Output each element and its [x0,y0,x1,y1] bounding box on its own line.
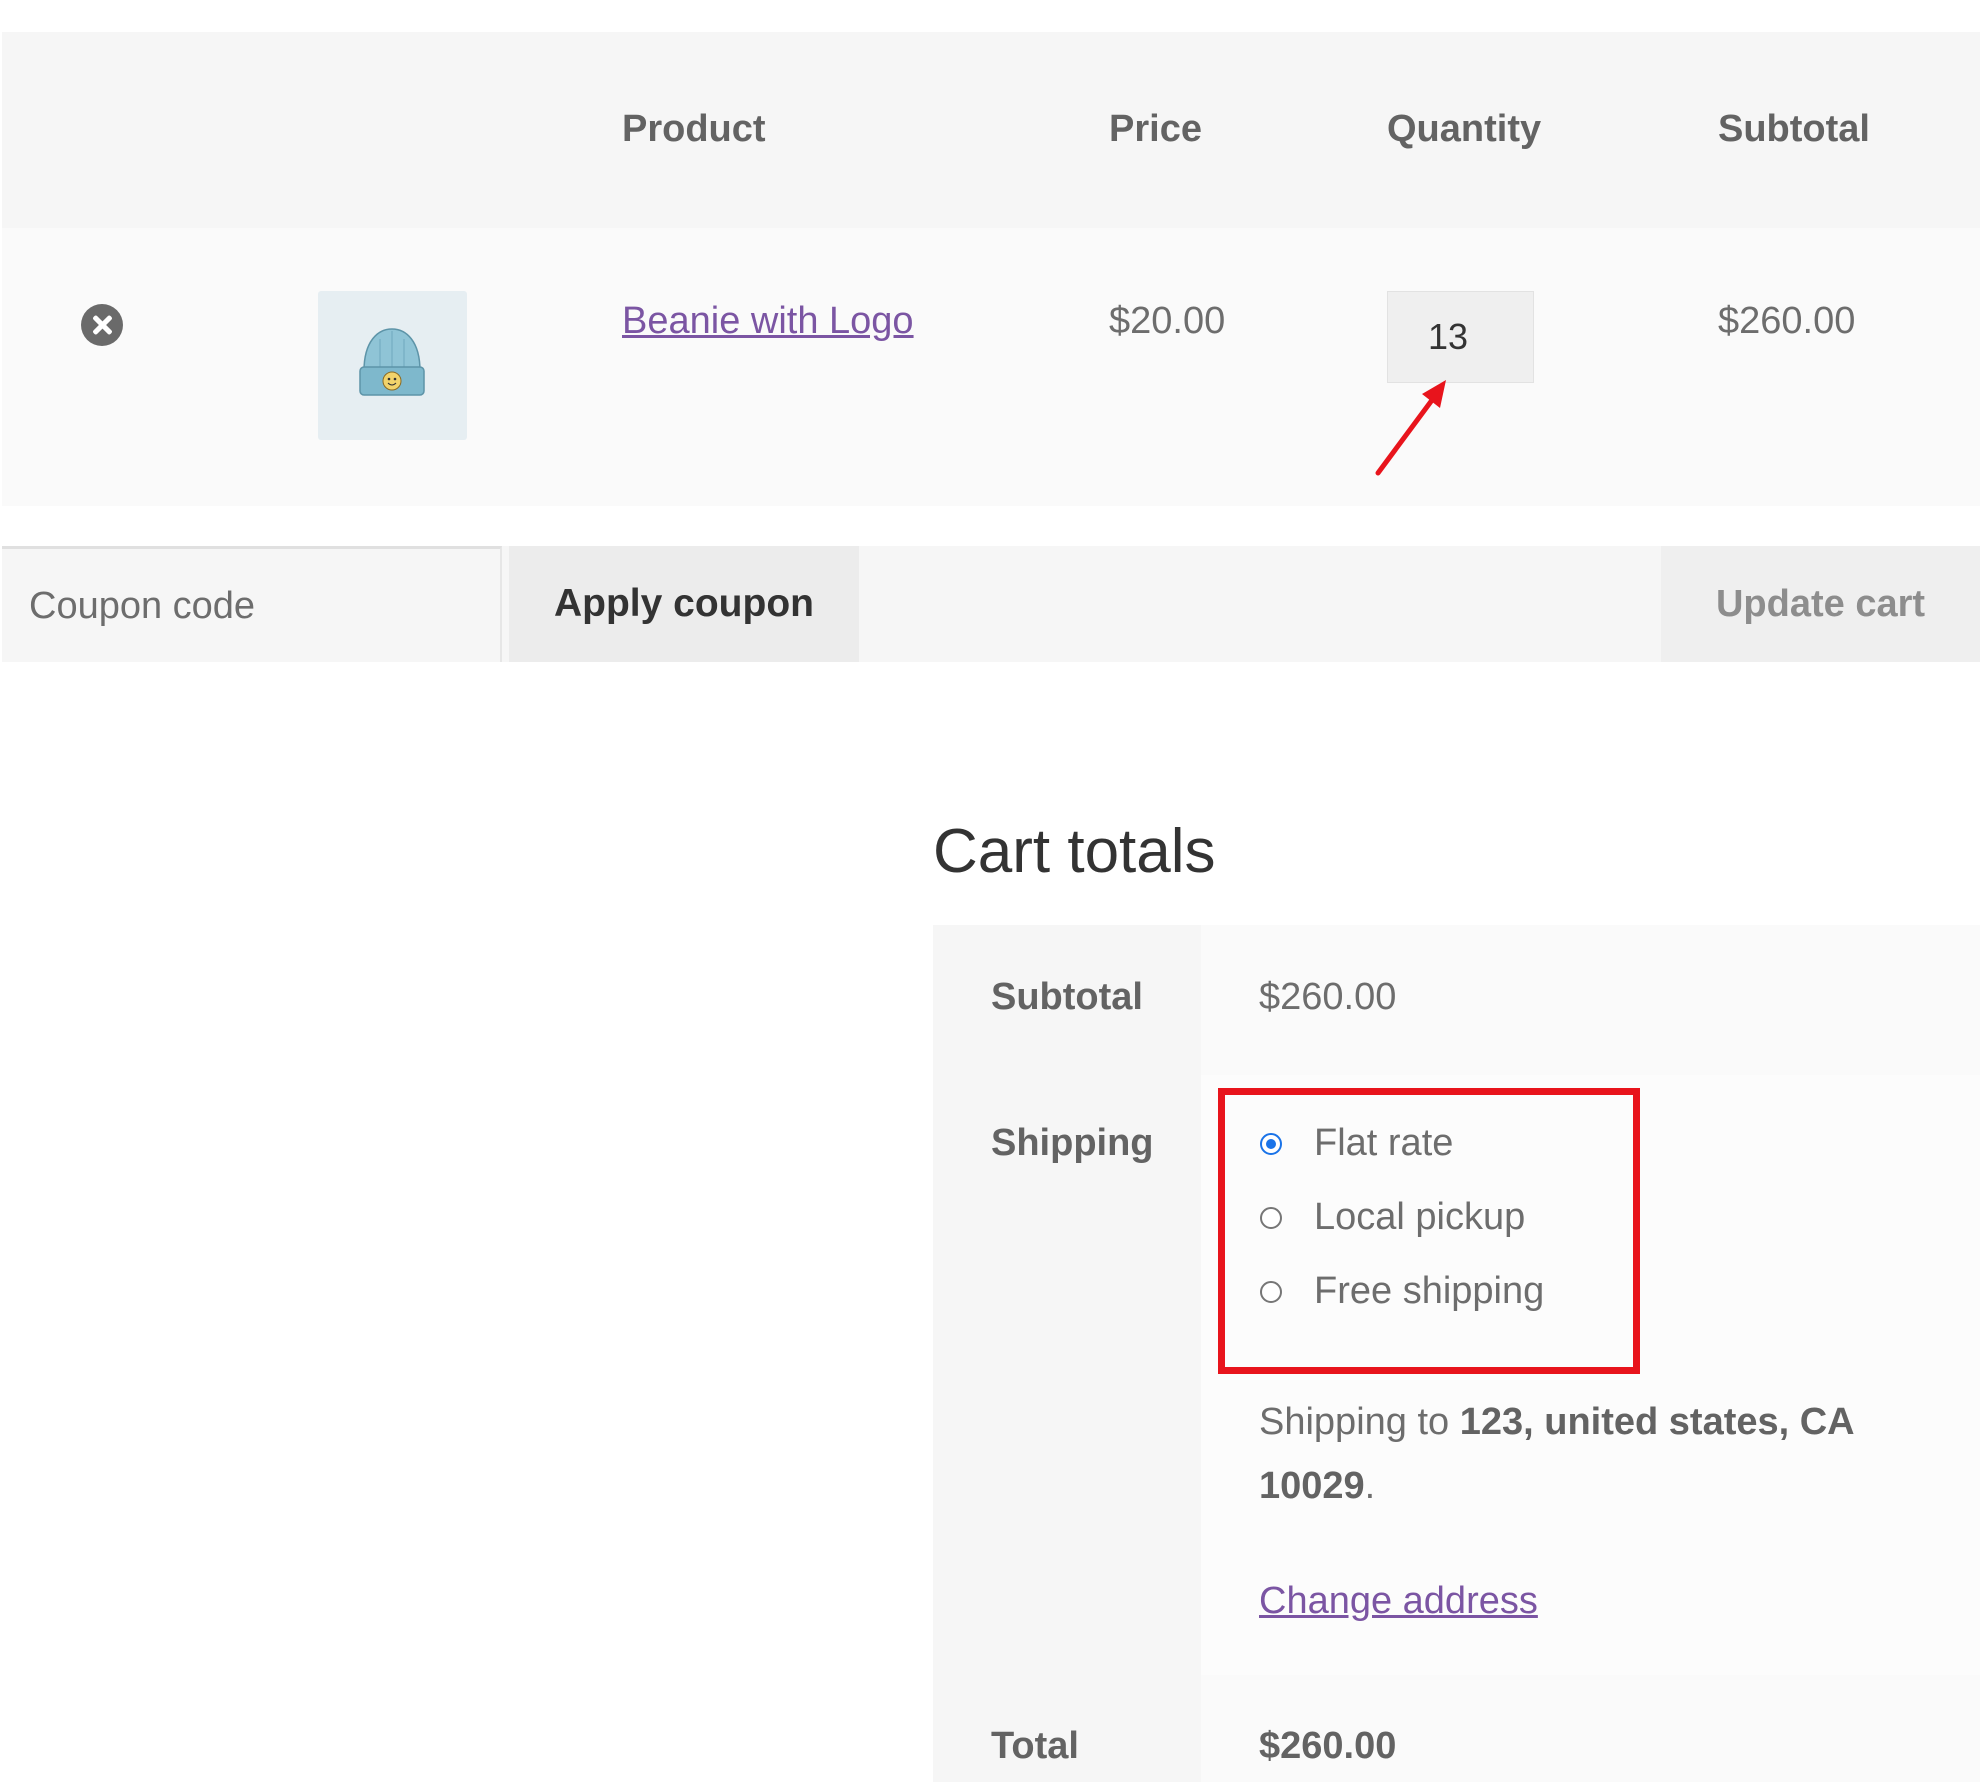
beanie-icon [359,328,425,396]
cart-table-header [2,32,1980,228]
header-product: Product [622,108,766,150]
shipping-to-suffix: . [1364,1465,1376,1507]
header-quantity: Quantity [1387,108,1542,150]
remove-item-icon[interactable] [81,304,123,346]
apply-coupon-button[interactable]: Apply coupon [509,546,859,662]
product-thumbnail[interactable] [318,291,467,440]
subtotal-label: Subtotal [991,976,1143,1018]
header-price: Price [1109,108,1202,150]
annotation-highlight-box [1218,1088,1640,1374]
change-address-link[interactable]: Change address [1259,1580,1538,1623]
item-price: $20.00 [1109,300,1226,342]
annotation-arrow-icon [1375,380,1446,476]
header-subtotal: Subtotal [1718,108,1870,150]
shipping-label: Shipping [991,1122,1154,1164]
item-subtotal: $260.00 [1718,300,1856,342]
shipping-destination: Shipping to 123, united states, CA 10029… [1259,1390,1879,1518]
product-name-link[interactable]: Beanie with Logo [622,300,914,343]
totals-label-column [933,925,1201,1782]
cart-totals-title: Cart totals [933,817,1216,886]
update-cart-button[interactable]: Update cart [1661,546,1980,662]
total-label: Total [991,1725,1079,1767]
subtotal-value: $260.00 [1259,976,1397,1018]
total-value: $260.00 [1259,1725,1397,1767]
shipping-to-prefix: Shipping to [1259,1401,1460,1443]
coupon-code-input[interactable]: Coupon code [2,546,502,662]
